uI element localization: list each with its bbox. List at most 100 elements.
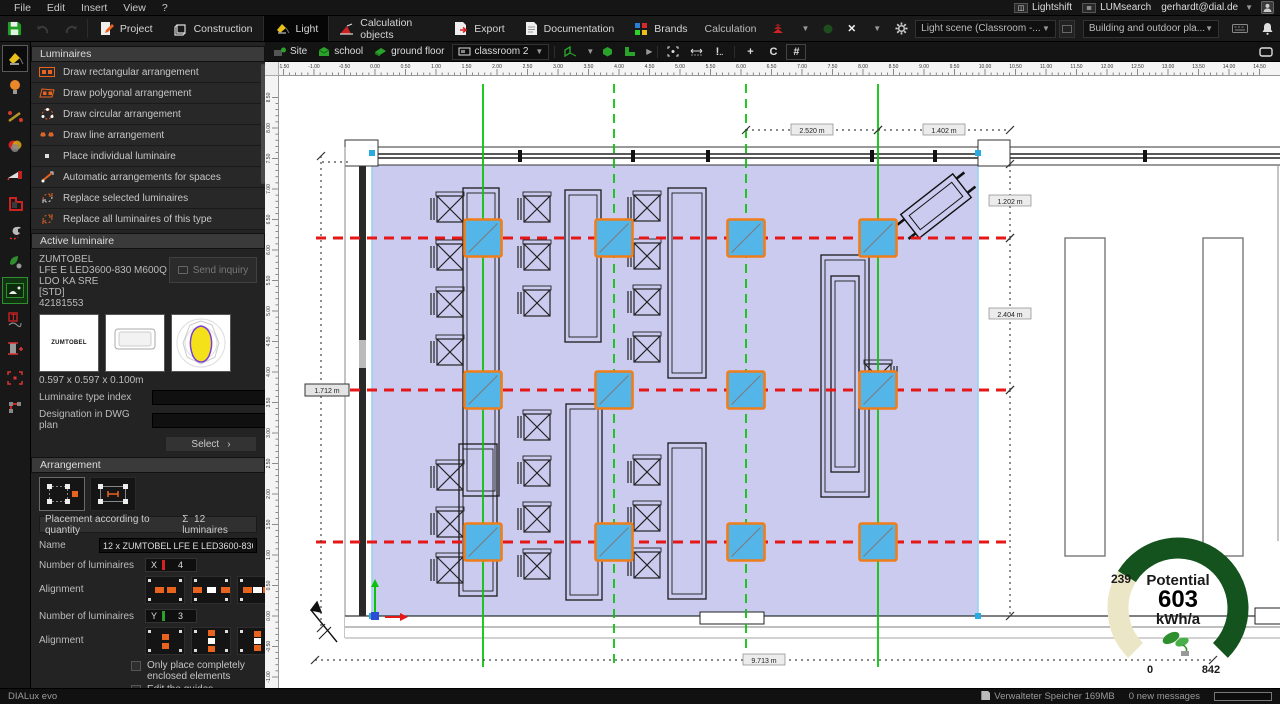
keyboard-icon[interactable] bbox=[1225, 16, 1255, 41]
tool-draw-circular-arrangement[interactable]: Draw circular arrangement bbox=[31, 104, 265, 125]
view-plan-button[interactable] bbox=[560, 44, 580, 60]
cancel-calculation-button[interactable]: ✕ bbox=[840, 16, 863, 41]
luminaire[interactable] bbox=[594, 370, 634, 410]
menu-insert[interactable]: Insert bbox=[73, 2, 115, 14]
luminaire[interactable] bbox=[858, 522, 898, 562]
alignment-y-edge-button[interactable] bbox=[237, 627, 265, 655]
arrangement-mode-spacing-button[interactable] bbox=[90, 477, 136, 511]
view-dropdown-caret[interactable]: ▼ bbox=[586, 47, 594, 56]
scene-view-tool-icon[interactable] bbox=[2, 277, 28, 304]
tab-brands[interactable]: Brands bbox=[624, 16, 697, 41]
luminaires-x-count-input[interactable]: X 4 bbox=[145, 558, 197, 572]
polyline-tool-icon[interactable] bbox=[2, 393, 28, 420]
save-button[interactable] bbox=[0, 16, 29, 41]
arrangement-mode-field-button[interactable] bbox=[39, 477, 85, 511]
origin-handle[interactable] bbox=[371, 612, 379, 620]
luminaire[interactable] bbox=[594, 522, 634, 562]
room-elements-tool-icon[interactable] bbox=[2, 190, 28, 217]
alignment-x-edge-button[interactable] bbox=[237, 576, 265, 604]
menu-help[interactable]: ? bbox=[154, 2, 176, 14]
selection-handle[interactable] bbox=[975, 150, 981, 156]
panel-scrollbar[interactable] bbox=[261, 64, 265, 184]
light-scene-edit-button[interactable] bbox=[1058, 19, 1075, 38]
luminaires-tool-icon[interactable] bbox=[2, 45, 28, 72]
rotate-tool-button[interactable]: C bbox=[763, 44, 783, 60]
section-dropdown-caret[interactable]: ▶ bbox=[646, 47, 652, 56]
guides-tool-button[interactable]: !.. bbox=[709, 44, 729, 60]
account-menu[interactable]: gerhardt@dial.de ▼ bbox=[1161, 2, 1253, 13]
tool-place-individual-luminaire[interactable]: Place individual luminaire bbox=[31, 146, 265, 167]
breadcrumb-floor[interactable]: ground floor bbox=[370, 44, 448, 60]
user-avatar-icon[interactable] bbox=[1261, 1, 1274, 14]
calculation-settings-gear-icon[interactable] bbox=[888, 16, 915, 41]
luminaire[interactable] bbox=[726, 522, 766, 562]
luminaire[interactable] bbox=[726, 218, 766, 258]
luminaire-logo-thumbnail[interactable]: ZUMTOBEL bbox=[39, 314, 99, 372]
colors-filter-tool-icon[interactable] bbox=[2, 132, 28, 159]
zoom-fit-button[interactable] bbox=[663, 44, 683, 60]
tool-draw-rectangular-arrangement[interactable]: Draw rectangular arrangement bbox=[31, 62, 265, 83]
alignment-y-spread-button[interactable] bbox=[191, 627, 231, 655]
notifications-bell-icon[interactable] bbox=[1255, 16, 1280, 41]
type-index-input[interactable] bbox=[152, 390, 265, 405]
tab-documentation[interactable]: Documentation bbox=[515, 16, 625, 41]
tool-draw-polygonal-arrangement[interactable]: Draw polygonal arrangement bbox=[31, 83, 265, 104]
measure-tool-button[interactable] bbox=[686, 44, 706, 60]
adjacent-room-table[interactable] bbox=[1202, 237, 1244, 557]
menu-view[interactable]: View bbox=[115, 2, 154, 14]
luminaire[interactable] bbox=[463, 522, 503, 562]
room-dropdown[interactable]: classroom 2 ▼ bbox=[451, 43, 550, 60]
view-mode-dropdown[interactable]: Building and outdoor pla... ▼ bbox=[1082, 19, 1219, 38]
send-inquiry-button[interactable]: Send inquiry bbox=[169, 257, 257, 283]
calculation-dropdown-caret[interactable]: ▼ bbox=[792, 16, 817, 41]
edit-guides-checkbox[interactable] bbox=[131, 685, 141, 688]
tool-replace-all-luminaires[interactable]: Replace all luminaires of this type bbox=[31, 209, 265, 230]
luminaire-photo-thumbnail[interactable] bbox=[105, 314, 165, 372]
selection-handle[interactable] bbox=[369, 150, 375, 156]
luminaire[interactable] bbox=[858, 218, 898, 258]
tab-project[interactable]: Project bbox=[90, 16, 163, 41]
projector-tool-icon[interactable] bbox=[2, 161, 28, 188]
tool-draw-line-arrangement[interactable]: Draw line arrangement bbox=[31, 125, 265, 146]
tab-light[interactable]: Light bbox=[262, 16, 330, 41]
breadcrumb-building[interactable]: school bbox=[314, 44, 367, 60]
breadcrumb-site[interactable]: Site bbox=[269, 44, 311, 60]
floor-plan[interactable]: 2.520 m 1.402 m 1.202 m 2.404 m 9.713 m 1.712… bbox=[279, 76, 1280, 688]
luminaire[interactable] bbox=[726, 370, 766, 410]
dwg-designation-input[interactable] bbox=[152, 412, 265, 428]
luminaire[interactable] bbox=[463, 370, 503, 410]
light-scene-dropdown[interactable]: Light scene (Classroom -... ▼ bbox=[915, 19, 1056, 38]
arrangement-tools-icon[interactable] bbox=[2, 103, 28, 130]
drawing-canvas[interactable]: -1.50 -1.00 -0.50 0.00 0.50 1.00 1.50 2.00 2.50 3… bbox=[265, 62, 1280, 688]
lightshift-button[interactable]: ◫ Lightshift bbox=[1014, 2, 1072, 13]
undo-button[interactable] bbox=[29, 16, 57, 41]
tool-replace-selected-luminaires[interactable]: Replace selected luminaires bbox=[31, 188, 265, 209]
cancel-dropdown-caret[interactable]: ▼ bbox=[863, 16, 888, 41]
only-enclosed-checkbox[interactable] bbox=[131, 661, 141, 671]
select-luminaire-button[interactable]: Select › bbox=[165, 436, 257, 452]
menu-edit[interactable]: Edit bbox=[39, 2, 73, 14]
light-distribution-thumbnail[interactable] bbox=[171, 314, 231, 372]
maintenance-wrench-tool-icon[interactable] bbox=[2, 219, 28, 246]
redo-button[interactable] bbox=[57, 16, 85, 41]
messages-status[interactable]: 0 new messages bbox=[1129, 691, 1200, 702]
luminaire[interactable] bbox=[858, 370, 898, 410]
text-annotation-tool-icon[interactable]: T bbox=[2, 306, 28, 333]
display-options-button[interactable] bbox=[1256, 44, 1276, 60]
menu-file[interactable]: File bbox=[6, 2, 39, 14]
alignment-x-spread-button[interactable] bbox=[191, 576, 231, 604]
arrangement-name-input[interactable] bbox=[99, 538, 257, 553]
lightbulb-tool-icon[interactable] bbox=[2, 74, 28, 101]
adjacent-room-table[interactable] bbox=[1064, 237, 1106, 557]
tab-export[interactable]: Export bbox=[444, 16, 514, 41]
alignment-x-center-button[interactable] bbox=[145, 576, 185, 604]
tool-automatic-arrangements[interactable]: Automatic arrangements for spaces bbox=[31, 167, 265, 188]
tab-calculation-objects[interactable]: Calculation objects bbox=[329, 16, 444, 41]
alignment-y-center-button[interactable] bbox=[145, 627, 185, 655]
view-section-button[interactable] bbox=[620, 44, 640, 60]
lumsearch-button[interactable]: ≣ LUMsearch bbox=[1082, 2, 1151, 13]
move-tool-button[interactable]: + bbox=[740, 44, 760, 60]
energy-tool-icon[interactable] bbox=[2, 248, 28, 275]
grid-toggle-button[interactable]: # bbox=[786, 43, 807, 60]
luminaire[interactable] bbox=[463, 218, 503, 258]
